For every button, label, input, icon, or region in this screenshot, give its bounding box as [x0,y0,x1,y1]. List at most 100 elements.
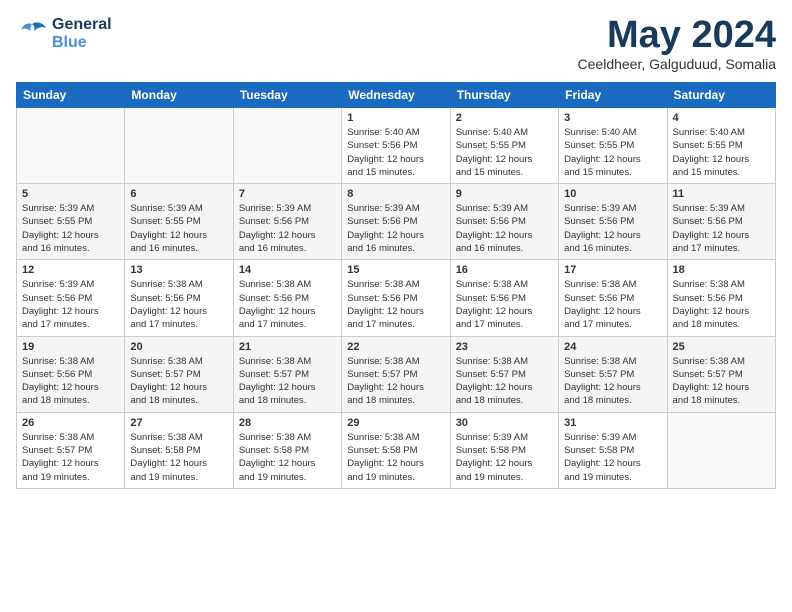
day-number: 21 [239,341,336,353]
day-number: 19 [22,341,119,353]
day-number: 16 [456,264,553,276]
calendar-cell: 10 Sunrise: 5:39 AM Sunset: 5:56 PM Dayli… [559,184,667,260]
day-info: Sunrise: 5:38 AM Sunset: 5:57 PM Dayligh… [564,355,661,408]
day-number: 30 [456,417,553,429]
day-of-week-header: Tuesday [233,83,341,108]
calendar-cell: 25Sunrise: 5:38 AM Sunset: 5:57 PM Dayli… [667,336,775,412]
day-number: 2 [456,112,553,124]
day-number: 20 [130,341,227,353]
day-number: 7 [239,188,336,200]
logo-text: General Blue [52,16,112,51]
day-number: 1 [347,112,444,124]
day-info: Sunrise: 5:40 AM Sunset: 5:55 PM Dayligh… [564,126,661,179]
day-info: Sunrise: 5:39 AM Sunset: 5:56 PM Dayligh… [347,202,444,255]
day-info: Sunrise: 5:38 AM Sunset: 5:56 PM Dayligh… [130,278,227,331]
page-header: General Blue May 2024 Ceeldheer, Galgudu… [16,16,776,72]
calendar-cell: 15 Sunrise: 5:38 AM Sunset: 5:56 PM Dayli… [342,260,450,336]
calendar-cell: 18 Sunrise: 5:38 AM Sunset: 5:56 PM Dayli… [667,260,775,336]
day-number: 31 [564,417,661,429]
day-info: Sunrise: 5:39 AM Sunset: 5:56 PM Dayligh… [673,202,770,255]
day-of-week-header: Friday [559,83,667,108]
day-info: Sunrise: 5:38 AM Sunset: 5:57 PM Dayligh… [456,355,553,408]
day-number: 13 [130,264,227,276]
day-info: Sunrise: 5:39 AM Sunset: 5:56 PM Dayligh… [239,202,336,255]
calendar-cell: 20 Sunrise: 5:38 AM Sunset: 5:57 PM Dayli… [125,336,233,412]
day-info: Sunrise: 5:39 AM Sunset: 5:56 PM Dayligh… [456,202,553,255]
calendar-cell: 23 Sunrise: 5:38 AM Sunset: 5:57 PM Dayli… [450,336,558,412]
day-info: Sunrise: 5:38 AM Sunset: 5:56 PM Dayligh… [239,278,336,331]
day-of-week-header: Saturday [667,83,775,108]
day-info: Sunrise: 5:39 AM Sunset: 5:55 PM Dayligh… [130,202,227,255]
day-number: 17 [564,264,661,276]
day-info: Sunrise: 5:38 AM Sunset: 5:57 PM Dayligh… [22,431,119,484]
calendar-cell: 13 Sunrise: 5:38 AM Sunset: 5:56 PM Dayli… [125,260,233,336]
calendar-cell: 16 Sunrise: 5:38 AM Sunset: 5:56 PM Dayli… [450,260,558,336]
calendar-cell: 2 Sunrise: 5:40 AM Sunset: 5:55 PM Daylig… [450,108,558,184]
calendar-cell: 22Sunrise: 5:38 AM Sunset: 5:57 PM Dayli… [342,336,450,412]
calendar-cell: 21 Sunrise: 5:38 AM Sunset: 5:57 PM Dayli… [233,336,341,412]
day-number: 28 [239,417,336,429]
calendar-cell: 1 Sunrise: 5:40 AM Sunset: 5:56 PM Daylig… [342,108,450,184]
calendar-cell: 29Sunrise: 5:38 AM Sunset: 5:58 PM Dayli… [342,412,450,488]
day-info: Sunrise: 5:38 AM Sunset: 5:56 PM Dayligh… [673,278,770,331]
day-number: 6 [130,188,227,200]
calendar-cell [125,108,233,184]
day-info: Sunrise: 5:38 AM Sunset: 5:58 PM Dayligh… [239,431,336,484]
day-info: Sunrise: 5:39 AM Sunset: 5:58 PM Dayligh… [564,431,661,484]
day-number: 3 [564,112,661,124]
calendar-cell: 31 Sunrise: 5:39 AM Sunset: 5:58 PM Dayli… [559,412,667,488]
calendar-cell: 8 Sunrise: 5:39 AM Sunset: 5:56 PM Daylig… [342,184,450,260]
location: Ceeldheer, Galguduud, Somalia [578,56,776,72]
day-of-week-header: Wednesday [342,83,450,108]
day-info: Sunrise: 5:38 AM Sunset: 5:57 PM Dayligh… [347,355,444,408]
day-number: 26 [22,417,119,429]
calendar-cell: 19 Sunrise: 5:38 AM Sunset: 5:56 PM Dayli… [17,336,125,412]
calendar-cell: 17Sunrise: 5:38 AM Sunset: 5:56 PM Dayli… [559,260,667,336]
calendar-cell [17,108,125,184]
day-number: 23 [456,341,553,353]
day-of-week-header: Thursday [450,83,558,108]
calendar-cell: 24Sunrise: 5:38 AM Sunset: 5:57 PM Dayli… [559,336,667,412]
day-info: Sunrise: 5:39 AM Sunset: 5:56 PM Dayligh… [564,202,661,255]
calendar-cell: 14Sunrise: 5:38 AM Sunset: 5:56 PM Dayli… [233,260,341,336]
day-info: Sunrise: 5:38 AM Sunset: 5:57 PM Dayligh… [239,355,336,408]
logo-icon [16,20,48,48]
calendar-cell: 28 Sunrise: 5:38 AM Sunset: 5:58 PM Dayli… [233,412,341,488]
calendar-cell [233,108,341,184]
day-info: Sunrise: 5:38 AM Sunset: 5:57 PM Dayligh… [673,355,770,408]
calendar-cell: 7 Sunrise: 5:39 AM Sunset: 5:56 PM Daylig… [233,184,341,260]
title-block: May 2024 Ceeldheer, Galguduud, Somalia [578,16,776,72]
logo: General Blue [16,16,112,51]
day-info: Sunrise: 5:40 AM Sunset: 5:55 PM Dayligh… [456,126,553,179]
calendar-cell: 11 Sunrise: 5:39 AM Sunset: 5:56 PM Dayli… [667,184,775,260]
day-info: Sunrise: 5:39 AM Sunset: 5:56 PM Dayligh… [22,278,119,331]
day-number: 5 [22,188,119,200]
day-number: 8 [347,188,444,200]
day-info: Sunrise: 5:38 AM Sunset: 5:56 PM Dayligh… [456,278,553,331]
calendar-cell: 26 Sunrise: 5:38 AM Sunset: 5:57 PM Dayli… [17,412,125,488]
day-info: Sunrise: 5:39 AM Sunset: 5:58 PM Dayligh… [456,431,553,484]
calendar-cell: 6 Sunrise: 5:39 AM Sunset: 5:55 PM Daylig… [125,184,233,260]
day-number: 11 [673,188,770,200]
day-number: 10 [564,188,661,200]
calendar-cell: 4Sunrise: 5:40 AM Sunset: 5:55 PM Daylig… [667,108,775,184]
calendar-cell [667,412,775,488]
day-number: 15 [347,264,444,276]
calendar-cell: 12 Sunrise: 5:39 AM Sunset: 5:56 PM Dayli… [17,260,125,336]
day-number: 12 [22,264,119,276]
day-number: 18 [673,264,770,276]
day-of-week-header: Monday [125,83,233,108]
day-info: Sunrise: 5:38 AM Sunset: 5:58 PM Dayligh… [130,431,227,484]
day-of-week-header: Sunday [17,83,125,108]
day-info: Sunrise: 5:38 AM Sunset: 5:56 PM Dayligh… [22,355,119,408]
calendar-cell: 3 Sunrise: 5:40 AM Sunset: 5:55 PM Daylig… [559,108,667,184]
day-info: Sunrise: 5:38 AM Sunset: 5:57 PM Dayligh… [130,355,227,408]
day-number: 27 [130,417,227,429]
day-number: 29 [347,417,444,429]
calendar-cell: 30 Sunrise: 5:39 AM Sunset: 5:58 PM Dayli… [450,412,558,488]
day-info: Sunrise: 5:38 AM Sunset: 5:56 PM Dayligh… [347,278,444,331]
day-number: 4 [673,112,770,124]
day-info: Sunrise: 5:40 AM Sunset: 5:56 PM Dayligh… [347,126,444,179]
calendar-table: SundayMondayTuesdayWednesdayThursdayFrid… [16,82,776,489]
day-info: Sunrise: 5:39 AM Sunset: 5:55 PM Dayligh… [22,202,119,255]
